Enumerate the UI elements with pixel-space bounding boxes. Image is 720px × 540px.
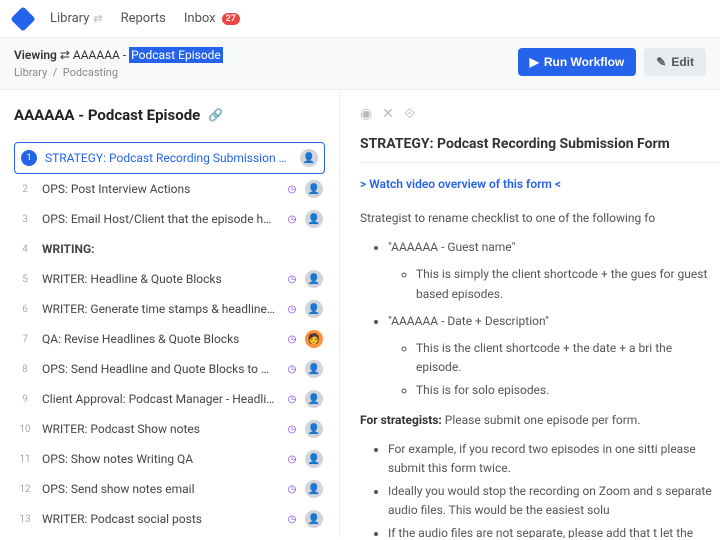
list-item: "AAAAAA - Guest name" This is simply the… [388,238,720,304]
viewing-path: Viewing ⇄ AAAAAA - Podcast Episode [14,48,223,62]
step-number: 6 [16,304,34,315]
step-label: OPS: Post Interview Actions [42,182,275,196]
step-number: 1 [21,150,37,166]
step-item[interactable]: 1 STRATEGY: Podcast Recording Submission … [14,142,325,174]
step-number: 8 [16,364,34,375]
step-number: 7 [16,334,34,345]
step-item[interactable]: 7 QA: Revise Headlines & Quote Blocks ◷🧑 [14,324,325,354]
clock-icon: ◷ [283,360,301,378]
edit-icon: ✎ [656,55,666,69]
clock-icon: ◷ [283,300,301,318]
step-number: 3 [16,214,34,225]
step-label: WRITER: Podcast Show notes [42,422,275,436]
step-item[interactable]: 6 WRITER: Generate time stamps & headline… [14,294,325,324]
step-label: OPS: Send show notes email [42,482,275,496]
edit-button[interactable]: ✎Edit [644,48,706,76]
step-number: 11 [16,454,34,465]
assignee-avatar[interactable]: 🧑 [305,330,323,348]
step-item[interactable]: 9 Client Approval: Podcast Manager - Head… [14,384,325,414]
step-label: OPS: Show notes Writing QA [42,452,275,466]
steps-panel: AAAAAA - Podcast Episode🔗 1 STRATEGY: Pod… [0,90,340,538]
step-item[interactable]: 10 WRITER: Podcast Show notes ◷👤 [14,414,325,444]
assignee-avatar[interactable]: 👤 [305,270,323,288]
list-item: For example, if you record two episodes … [388,440,720,478]
step-number: 12 [16,484,34,495]
step-label: WRITING: [42,242,315,256]
link-icon[interactable]: 🔗 [208,108,223,122]
context-bar: Viewing ⇄ AAAAAA - Podcast Episode Libra… [0,38,720,90]
step-item[interactable]: 12 OPS: Send show notes email ◷👤 [14,474,325,504]
step-label: WRITER: Podcast social posts [42,512,275,526]
clock-icon: ◷ [283,510,301,528]
assignee-avatar[interactable]: 👤 [305,420,323,438]
assignee-avatar[interactable]: 👤 [305,300,323,318]
step-label: STRATEGY: Podcast Recording Submission F… [45,151,292,165]
assignee-avatar[interactable]: 👤 [300,149,318,167]
step-item[interactable]: 8 OPS: Send Headline and Quote Blocks to … [14,354,325,384]
breadcrumb[interactable]: Library / Podcasting [14,66,223,79]
clock-icon: ◷ [283,330,301,348]
clock-icon: ◷ [283,450,301,468]
step-label: OPS: Email Host/Client that the episode … [42,212,275,226]
clock-icon: ◷ [283,480,301,498]
clock-icon: ◷ [283,390,301,408]
step-number: 4 [16,244,34,255]
assignee-avatar[interactable]: 👤 [305,450,323,468]
assignee-avatar[interactable]: 👤 [305,390,323,408]
step-number: 2 [16,184,34,195]
chevron-icon: ⇄ [93,12,102,25]
nav-inbox[interactable]: Inbox27 [184,11,240,26]
nav-library[interactable]: Library ⇄ [50,11,103,26]
step-number: 9 [16,394,34,405]
step-item[interactable]: 4 WRITING: [14,234,325,264]
step-number: 13 [16,514,34,525]
step-label: WRITER: Headline & Quote Blocks [42,272,275,286]
assignee-avatar[interactable]: 👤 [305,480,323,498]
eye-icon[interactable]: ⟐ [404,106,415,122]
list-item: "AAAAAA - Date + Description" This is th… [388,312,720,401]
assignee-avatar[interactable]: 👤 [305,510,323,528]
clock-icon: ◷ [283,420,301,438]
step-number: 5 [16,274,34,285]
inbox-badge: 27 [222,13,240,25]
user-icon[interactable]: ◉ [360,106,372,122]
clock-icon: ◷ [283,210,301,228]
step-label: QA: Revise Headlines & Quote Blocks [42,332,275,346]
step-number: 10 [16,424,34,435]
logo-icon[interactable] [10,6,35,31]
detail-title: STRATEGY: Podcast Recording Submission F… [360,136,720,152]
assignee-avatar[interactable]: 👤 [305,210,323,228]
assignee-avatar[interactable]: 👤 [305,180,323,198]
step-item[interactable]: 14OPS: Social Posts QA◷👤 [14,534,325,538]
step-item[interactable]: 5 WRITER: Headline & Quote Blocks ◷👤 [14,264,325,294]
video-link[interactable]: > Watch video overview of this form < [360,177,720,191]
list-item: If the audio files are not separate, ple… [388,524,720,538]
clock-icon: ◷ [283,270,301,288]
nav-reports[interactable]: Reports [121,11,166,26]
step-item[interactable]: 11 OPS: Show notes Writing QA ◷👤 [14,444,325,474]
step-label: OPS: Send Headline and Quote Blocks to C… [42,362,275,376]
shuffle-icon[interactable]: ✕ [382,106,394,122]
step-label: Client Approval: Podcast Manager - Headl… [42,392,275,406]
step-item[interactable]: 3 OPS: Email Host/Client that the episode… [14,204,325,234]
step-label: WRITER: Generate time stamps & headlines… [42,302,275,316]
play-icon: ▶ [530,55,539,69]
top-nav: Library ⇄ Reports Inbox27 [0,0,720,38]
run-workflow-button[interactable]: ▶Run Workflow [518,48,637,76]
assignee-avatar[interactable]: 👤 [305,360,323,378]
step-item[interactable]: 2 OPS: Post Interview Actions ◷👤 [14,174,325,204]
page-title: AAAAAA - Podcast Episode🔗 [14,106,325,124]
intro-text: Strategist to rename checklist to one of… [360,209,720,228]
step-item[interactable]: 13 WRITER: Podcast social posts ◷👤 [14,504,325,534]
detail-panel: ◉ ✕ ⟐ STRATEGY: Podcast Recording Submis… [340,90,720,538]
clock-icon: ◷ [283,180,301,198]
list-item: Ideally you would stop the recording on … [388,482,720,520]
